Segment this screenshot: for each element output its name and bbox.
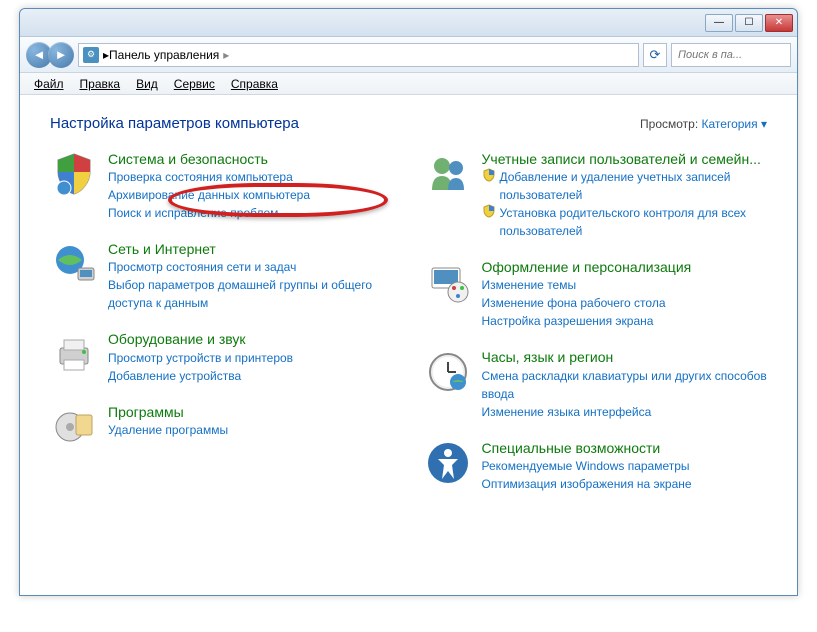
- maximize-button[interactable]: ☐: [735, 14, 763, 32]
- category-link[interactable]: Архивирование данных компьютера: [108, 186, 394, 204]
- globe-network-icon: [50, 240, 98, 288]
- search-box[interactable]: [671, 43, 791, 67]
- category-link[interactable]: Просмотр состояния сети и задач: [108, 258, 394, 276]
- category-link[interactable]: Поиск и исправление проблем: [108, 204, 394, 222]
- breadcrumb[interactable]: ⚙ ▸ Панель управления ▸: [78, 43, 639, 67]
- category-title[interactable]: Программы: [108, 403, 394, 421]
- category-link[interactable]: Проверка состояния компьютера: [108, 168, 394, 186]
- category-accessibility: Специальные возможности Рекомендуемые Wi…: [424, 439, 768, 493]
- close-button[interactable]: ✕: [765, 14, 793, 32]
- category-title[interactable]: Сеть и Интернет: [108, 240, 394, 258]
- menu-file[interactable]: Файл: [28, 75, 70, 93]
- search-input[interactable]: [678, 49, 784, 61]
- menu-tools[interactable]: Сервис: [168, 75, 221, 93]
- category-link[interactable]: Добавление устройства: [108, 367, 394, 385]
- view-selector: Просмотр: Категория ▾: [640, 117, 767, 131]
- programs-icon: [50, 403, 98, 451]
- forward-button[interactable]: ►: [48, 42, 74, 68]
- page-title: Настройка параметров компьютера: [50, 115, 299, 132]
- category-link[interactable]: Добавление и удаление учетных записей по…: [500, 168, 768, 204]
- category-hardware: Оборудование и звук Просмотр устройств и…: [50, 330, 394, 384]
- control-panel-window: — ☐ ✕ ◄ ► ⚙ ▸ Панель управления ▸ ⟳ Файл…: [19, 8, 798, 596]
- shield-icon: [50, 150, 98, 198]
- category-link[interactable]: Удаление программы: [108, 421, 394, 439]
- appearance-icon: [424, 258, 472, 306]
- categories-right: Учетные записи пользователей и семейн...…: [424, 150, 768, 493]
- navigation-bar: ◄ ► ⚙ ▸ Панель управления ▸ ⟳: [20, 37, 797, 73]
- category-title[interactable]: Система и безопасность: [108, 150, 394, 168]
- category-programs: Программы Удаление программы: [50, 403, 394, 451]
- category-title[interactable]: Оборудование и звук: [108, 330, 394, 348]
- category-network: Сеть и Интернет Просмотр состояния сети …: [50, 240, 394, 312]
- category-link[interactable]: Изменение темы: [482, 276, 768, 294]
- category-link[interactable]: Настройка разрешения экрана: [482, 312, 768, 330]
- view-dropdown[interactable]: Категория ▾: [702, 117, 767, 131]
- category-link[interactable]: Выбор параметров домашней группы и общег…: [108, 276, 394, 312]
- category-title[interactable]: Оформление и персонализация: [482, 258, 768, 276]
- titlebar: — ☐ ✕: [20, 9, 797, 37]
- category-link[interactable]: Просмотр устройств и принтеров: [108, 349, 394, 367]
- category-link[interactable]: Изменение фона рабочего стола: [482, 294, 768, 312]
- accessibility-icon: [424, 439, 472, 487]
- minimize-button[interactable]: —: [705, 14, 733, 32]
- categories-left: Система и безопасность Проверка состояни…: [50, 150, 394, 493]
- menu-bar: Файл Правка Вид Сервис Справка: [20, 73, 797, 95]
- category-link[interactable]: Изменение языка интерфейса: [482, 403, 768, 421]
- category-link[interactable]: Оптимизация изображения на экране: [482, 475, 768, 493]
- control-panel-icon: ⚙: [83, 47, 99, 63]
- content-area: Настройка параметров компьютера Просмотр…: [20, 95, 797, 595]
- clock-icon: [424, 348, 472, 396]
- category-appearance: Оформление и персонализация Изменение те…: [424, 258, 768, 330]
- uac-shield-icon: [482, 168, 496, 182]
- breadcrumb-sep: ▸: [223, 48, 229, 62]
- category-system-security: Система и безопасность Проверка состояни…: [50, 150, 394, 222]
- category-users: Учетные записи пользователей и семейн...…: [424, 150, 768, 240]
- view-label: Просмотр:: [640, 117, 698, 131]
- uac-shield-icon: [482, 204, 496, 218]
- category-link[interactable]: Смена раскладки клавиатуры или других сп…: [482, 367, 768, 403]
- refresh-button[interactable]: ⟳: [643, 43, 667, 67]
- menu-edit[interactable]: Правка: [74, 75, 127, 93]
- users-icon: [424, 150, 472, 198]
- category-title[interactable]: Учетные записи пользователей и семейн...: [482, 150, 768, 168]
- category-link[interactable]: Установка родительского контроля для все…: [500, 204, 768, 240]
- category-title[interactable]: Специальные возможности: [482, 439, 768, 457]
- printer-icon: [50, 330, 98, 378]
- breadcrumb-label[interactable]: Панель управления: [109, 48, 219, 62]
- category-link[interactable]: Рекомендуемые Windows параметры: [482, 457, 768, 475]
- category-clock-region: Часы, язык и регион Смена раскладки клав…: [424, 348, 768, 420]
- menu-view[interactable]: Вид: [130, 75, 164, 93]
- menu-help[interactable]: Справка: [225, 75, 284, 93]
- category-title[interactable]: Часы, язык и регион: [482, 348, 768, 366]
